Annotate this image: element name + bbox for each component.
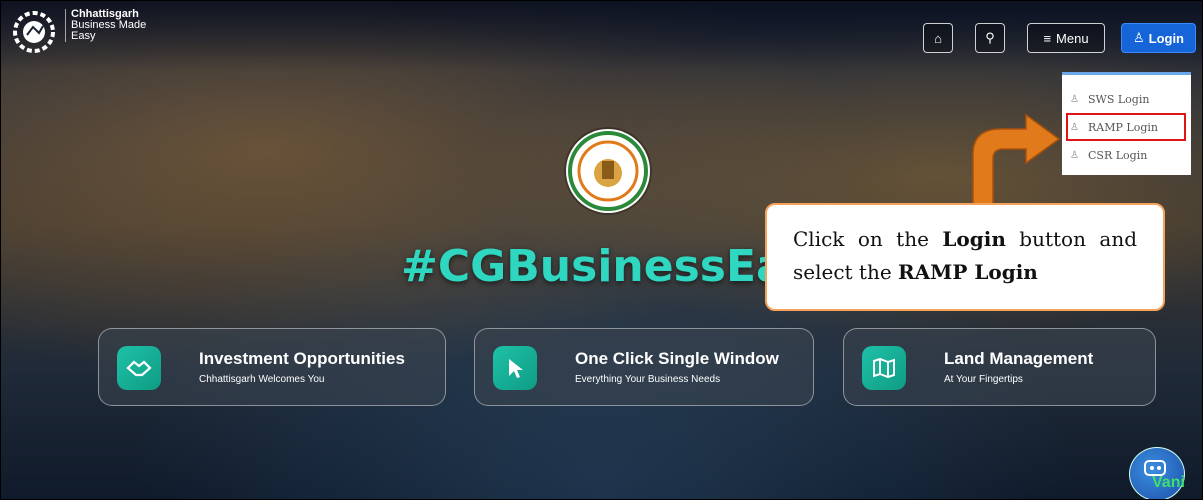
card-title: Land Management [944,349,1094,368]
card-subtitle: Everything Your Business Needs [575,374,721,385]
user-icon: ♙ [1070,149,1079,161]
card-title: One Click Single Window [575,349,779,368]
login-dropdown: ♙ SWS Login ♙ RAMP Login ♙ CSR Login [1062,72,1191,175]
dropdown-item-label: RAMP Login [1088,120,1158,134]
login-label: Login [1148,30,1185,46]
card-title: Investment Opportunities [199,349,405,368]
dropdown-item-csr-login[interactable]: ♙ CSR Login [1062,141,1191,169]
search-icon: ⚲ [985,30,995,45]
dropdown-item-sws-login[interactable]: ♙ SWS Login [1062,85,1191,113]
vani-label: Vani [1152,474,1185,491]
instruction-callout: Click on the Login button and select the… [765,203,1165,311]
page-frame: Chhattisgarh Business Made Easy ⌂ ⚲ ≡ Me… [0,0,1203,500]
card-subtitle: At Your Fingertips [944,374,1023,385]
home-button[interactable]: ⌂ [923,23,953,53]
dropdown-item-label: CSR Login [1088,148,1148,162]
handshake-icon [117,346,161,390]
brand-line-3: Easy [71,30,96,42]
dropdown-item-ramp-login[interactable]: ♙ RAMP Login [1066,113,1186,141]
menu-button[interactable]: ≡ Menu [1027,23,1105,53]
curved-arrow-icon [972,113,1061,218]
callout-text-1: Click on the [793,227,929,251]
cursor-pointer-icon [493,346,537,390]
callout-login-emphasis: Login [942,227,1006,251]
dropdown-item-label: SWS Login [1088,92,1150,106]
login-button[interactable]: ♙ Login [1121,23,1196,53]
emblem-seal-icon [568,131,648,211]
search-button[interactable]: ⚲ [975,23,1005,53]
user-icon: ♙ [1132,30,1145,45]
hero-hashtag: #CGBusinessEa [401,241,786,292]
state-emblem-logo [566,129,650,213]
menu-label: Menu [1056,30,1089,46]
callout-ramp-emphasis: RAMP Login [898,260,1038,284]
home-icon: ⌂ [934,30,942,46]
card-one-click-single-window[interactable]: One Click Single Window Everything Your … [474,328,814,406]
user-icon: ♙ [1070,121,1079,133]
user-icon: ♙ [1070,93,1079,105]
hamburger-icon: ≡ [1043,30,1052,46]
card-investment-opportunities[interactable]: Investment Opportunities Chhattisgarh We… [98,328,446,406]
brand-text: Chhattisgarh Business Made Easy [65,9,146,42]
card-subtitle: Chhattisgarh Welcomes You [199,374,325,385]
gear-logo-icon[interactable] [9,9,59,55]
vani-assistant-button[interactable]: Vani [1129,447,1185,499]
header-bar [1,1,1202,71]
card-land-management[interactable]: Land Management At Your Fingertips [843,328,1156,406]
map-icon [862,346,906,390]
